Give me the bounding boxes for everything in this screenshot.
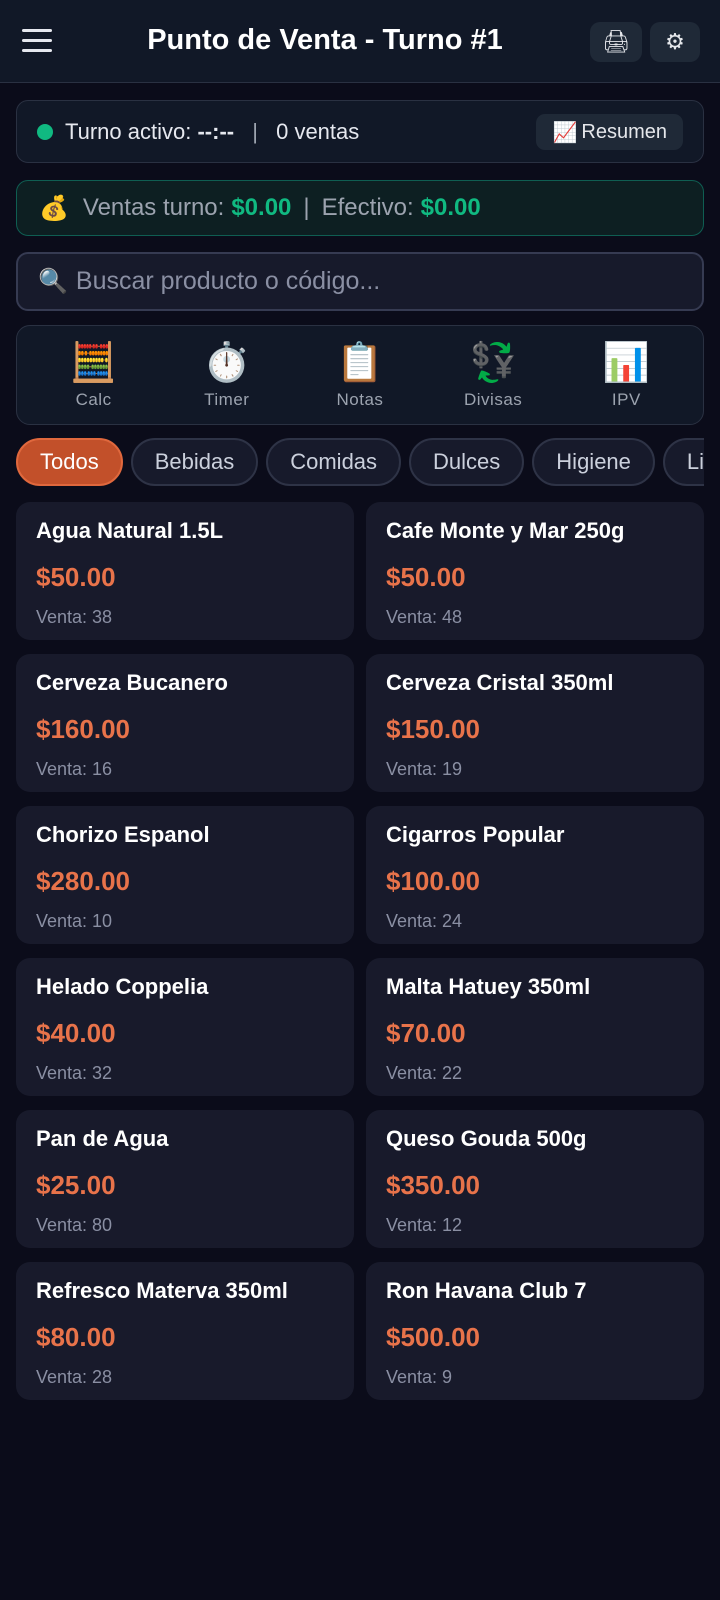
sales-label: Ventas turno: bbox=[82, 194, 225, 221]
product-card[interactable]: Cafe Monte y Mar 250g $50.00 Venta: 48 bbox=[366, 502, 704, 640]
product-card[interactable]: Malta Hatuey 350ml $70.00 Venta: 22 bbox=[366, 958, 704, 1096]
product-sales: Venta: 24 bbox=[386, 911, 463, 931]
product-card[interactable]: Helado Coppelia $40.00 Venta: 32 bbox=[16, 958, 354, 1096]
product-sales: Venta: 16 bbox=[36, 759, 113, 779]
product-card[interactable]: Refresco Materva 350ml $80.00 Venta: 28 bbox=[16, 1262, 354, 1400]
category-tabs: Todos Bebidas Comidas Dulces Higiene Lim… bbox=[16, 438, 704, 486]
product-card[interactable]: Chorizo Espanol $280.00 Venta: 10 bbox=[16, 806, 354, 944]
product-price: $500.00 bbox=[386, 1322, 480, 1352]
product-sales: Venta: 38 bbox=[36, 607, 113, 627]
product-sales: Venta: 9 bbox=[386, 1367, 453, 1387]
product-name: Cigarros Popular bbox=[386, 822, 565, 847]
product-sales: Venta: 12 bbox=[386, 1215, 463, 1235]
divider: | bbox=[303, 194, 310, 221]
hamburger-icon[interactable] bbox=[22, 22, 58, 58]
category-tab-limpieza[interactable]: Limpieza bbox=[662, 438, 704, 486]
tool-label: Notas bbox=[336, 390, 384, 409]
product-price: $25.00 bbox=[36, 1170, 116, 1200]
divider: | bbox=[252, 118, 258, 144]
bar-chart-icon: 📊 bbox=[602, 342, 650, 384]
product-sales: Venta: 10 bbox=[36, 911, 113, 931]
print-button[interactable]: 🖨 bbox=[590, 22, 642, 62]
page-title: Punto de Venta - Turno #1 bbox=[147, 24, 503, 56]
product-name: Chorizo Espanol bbox=[36, 822, 210, 847]
product-name: Cerveza Cristal 350ml bbox=[386, 670, 614, 695]
product-price: $280.00 bbox=[36, 866, 130, 896]
product-price: $50.00 bbox=[386, 562, 466, 592]
category-tab-higiene[interactable]: Higiene bbox=[532, 438, 655, 486]
search-input[interactable] bbox=[75, 267, 656, 296]
stopwatch-icon: ⏱️ bbox=[203, 342, 251, 384]
chart-up-icon: 📈 bbox=[552, 121, 578, 144]
product-name: Agua Natural 1.5L bbox=[36, 518, 224, 543]
product-price: $100.00 bbox=[386, 866, 480, 896]
product-price: $150.00 bbox=[386, 714, 480, 744]
product-name: Queso Gouda 500g bbox=[386, 1126, 587, 1151]
cash-label: Efectivo: bbox=[321, 194, 414, 221]
tool-currency-button[interactable]: 💱 Divisas bbox=[433, 340, 553, 410]
search-icon: 🔍 bbox=[38, 268, 68, 295]
product-card[interactable]: Queso Gouda 500g $350.00 Venta: 12 bbox=[366, 1110, 704, 1248]
tool-label: Divisas bbox=[464, 390, 523, 409]
shift-label: Turno activo: bbox=[65, 118, 192, 144]
category-tab-comidas[interactable]: Comidas bbox=[266, 438, 402, 486]
currency-exchange-icon: 💱 bbox=[469, 342, 517, 384]
sales-value: $0.00 bbox=[231, 194, 292, 221]
category-tab-bebidas[interactable]: Bebidas bbox=[130, 438, 259, 486]
product-name: Cafe Monte y Mar 250g bbox=[386, 518, 625, 543]
product-card[interactable]: Pan de Agua $25.00 Venta: 80 bbox=[16, 1110, 354, 1248]
tool-calc-button[interactable]: 🧮 Calc bbox=[34, 340, 154, 410]
category-tab-dulces[interactable]: Dulces bbox=[409, 438, 525, 486]
summary-button-label: Resumen bbox=[581, 120, 667, 143]
product-price: $80.00 bbox=[36, 1322, 116, 1352]
product-name: Refresco Materva 350ml bbox=[36, 1278, 288, 1303]
top-bar: Punto de Venta - Turno #1 🖨 ⚙ bbox=[0, 0, 720, 83]
product-grid: Agua Natural 1.5L $50.00 Venta: 38 Cafe … bbox=[16, 502, 704, 1400]
product-card[interactable]: Cigarros Popular $100.00 Venta: 24 bbox=[366, 806, 704, 944]
product-sales: Venta: 32 bbox=[36, 1063, 113, 1083]
product-card[interactable]: Cerveza Cristal 350ml $150.00 Venta: 19 bbox=[366, 654, 704, 792]
tool-label: Timer bbox=[204, 390, 250, 409]
tool-label: IPV bbox=[611, 390, 641, 409]
product-price: $50.00 bbox=[36, 562, 116, 592]
abacus-icon: 🧮 bbox=[69, 342, 118, 384]
tool-label: Calc bbox=[75, 390, 112, 409]
product-price: $350.00 bbox=[386, 1170, 480, 1200]
tool-ipv-button[interactable]: 📊 IPV bbox=[566, 340, 686, 410]
product-card[interactable]: Agua Natural 1.5L $50.00 Venta: 38 bbox=[16, 502, 354, 640]
status-dot-icon bbox=[37, 123, 53, 140]
settings-button[interactable]: ⚙ bbox=[650, 22, 700, 62]
product-name: Pan de Agua bbox=[36, 1126, 169, 1151]
search-bar[interactable]: 🔍 bbox=[16, 252, 704, 311]
product-name: Malta Hatuey 350ml bbox=[386, 974, 591, 999]
printer-icon: 🖨 bbox=[602, 29, 630, 54]
product-sales: Venta: 28 bbox=[36, 1367, 113, 1387]
money-bag-icon: 💰 bbox=[39, 194, 69, 222]
product-price: $70.00 bbox=[386, 1018, 466, 1048]
product-sales: Venta: 80 bbox=[36, 1215, 113, 1235]
product-card[interactable]: Cerveza Bucanero $160.00 Venta: 16 bbox=[16, 654, 354, 792]
shift-status-text: Turno activo: --:-- | 0 ventas bbox=[65, 119, 359, 145]
gear-icon: ⚙ bbox=[665, 29, 685, 54]
cash-value: $0.00 bbox=[420, 194, 481, 221]
tool-timer-button[interactable]: ⏱️ Timer bbox=[167, 340, 287, 410]
product-price: $160.00 bbox=[36, 714, 130, 744]
tool-notes-button[interactable]: 📋 Notas bbox=[300, 340, 420, 410]
sales-totals-bar: 💰 Ventas turno: $0.00 | Efectivo: $0.00 bbox=[16, 180, 704, 236]
shift-sales-count: 0 ventas bbox=[276, 118, 360, 144]
product-price: $40.00 bbox=[36, 1018, 116, 1048]
product-name: Helado Coppelia bbox=[36, 974, 209, 999]
shift-status-bar: Turno activo: --:-- | 0 ventas 📈 Resumen bbox=[16, 100, 704, 163]
product-sales: Venta: 22 bbox=[386, 1063, 463, 1083]
clipboard-icon: 📋 bbox=[336, 342, 384, 384]
shift-time: --:-- bbox=[197, 118, 235, 144]
category-tab-todos[interactable]: Todos bbox=[16, 438, 123, 486]
summary-button[interactable]: 📈 Resumen bbox=[536, 114, 683, 150]
product-name: Ron Havana Club 7 bbox=[386, 1278, 587, 1303]
product-sales: Venta: 19 bbox=[386, 759, 463, 779]
product-name: Cerveza Bucanero bbox=[36, 670, 228, 695]
product-card[interactable]: Ron Havana Club 7 $500.00 Venta: 9 bbox=[366, 1262, 704, 1400]
product-sales: Venta: 48 bbox=[386, 607, 463, 627]
tools-panel: 🧮 Calc ⏱️ Timer 📋 Notas 💱 Divisas 📊 IPV bbox=[16, 325, 704, 425]
